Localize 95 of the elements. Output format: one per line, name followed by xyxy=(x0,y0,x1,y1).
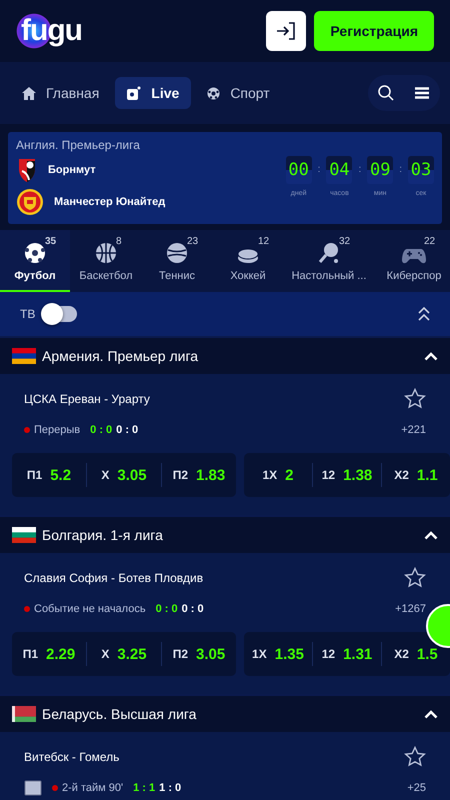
countdown-separator: : xyxy=(318,164,320,175)
event-count: 12 xyxy=(258,236,270,247)
odds-button[interactable]: 12 1.38 xyxy=(312,463,381,487)
sport-label: Баскетбол xyxy=(79,270,133,282)
odds-button[interactable]: П1 5.2 xyxy=(12,463,86,487)
sport-tab[interactable]: 23 Теннис xyxy=(142,230,212,292)
league-name: Армения. Премьер лига xyxy=(42,348,198,364)
sport-tab[interactable]: 8 Баскетбол xyxy=(70,230,142,292)
league-name: Беларусь. Высшая лига xyxy=(42,706,196,722)
event-count: 22 xyxy=(424,236,436,247)
sport-tab[interactable]: 12 Хоккей xyxy=(212,230,284,292)
tv-toggle[interactable] xyxy=(43,306,78,322)
collapse-chevron-icon[interactable] xyxy=(424,530,438,540)
event-count: 35 xyxy=(45,236,56,247)
menu-icon xyxy=(415,87,429,99)
countdown-digits: 00 xyxy=(286,156,312,184)
flag-icon xyxy=(12,706,36,722)
period-score: 0 : 0 xyxy=(116,424,138,436)
favorite-star-icon[interactable] xyxy=(404,388,426,409)
countdown-digits: 04 xyxy=(326,156,352,184)
event-card[interactable]: ЦСКА Ереван - Урарту Перерыв 0 : 0 0 : 0 +221 П1 5.2 X 3.05 П2 1.83 1X 2 12 1.38 X2 1.1 xyxy=(0,374,450,515)
odds-button[interactable]: 1X 2 xyxy=(244,463,312,487)
club-crest-icon xyxy=(16,188,44,216)
sport-label: Киберспор xyxy=(386,270,442,282)
league-name: Болгария. 1-я лига xyxy=(42,527,163,543)
collapse-chevron-icon[interactable] xyxy=(424,352,438,360)
odds-button[interactable]: П2 1.83 xyxy=(161,463,236,487)
event-card[interactable]: Витебск - Гомель 2-й тайм 90' 1 : 1 1 : 0 +25 xyxy=(0,732,450,800)
nav-tab[interactable]: Спорт xyxy=(195,77,282,109)
period-score: 1 : 0 xyxy=(159,782,182,794)
sport-tab[interactable]: 22 Киберспор xyxy=(374,230,450,292)
sport-tab[interactable]: 32 Настольный ... xyxy=(284,230,374,292)
event-title: Витебск - Гомель xyxy=(24,750,120,764)
event-title: ЦСКА Ереван - Урарту xyxy=(24,392,150,406)
odds-button[interactable]: 12 1.31 xyxy=(312,642,381,666)
countdown-separator: : xyxy=(358,164,362,175)
flag-icon xyxy=(12,527,36,543)
register-button[interactable]: Регистрация xyxy=(314,11,434,51)
match-score: 0 : 0 xyxy=(156,603,178,615)
login-icon xyxy=(275,20,298,42)
gamepad-icon xyxy=(402,248,426,264)
sport-label: Теннис xyxy=(158,270,195,282)
login-button[interactable] xyxy=(266,11,306,51)
odds-button[interactable]: X2 1.1 xyxy=(381,463,450,487)
odds-button[interactable]: 1X 1.35 xyxy=(244,642,312,666)
event-count: 8 xyxy=(116,236,122,247)
countdown-digits: 03 xyxy=(408,156,434,184)
home-icon xyxy=(22,86,36,100)
event-title: Славия София - Ботев Пловдив xyxy=(24,570,204,584)
match-score: 0 : 0 xyxy=(90,424,112,436)
status-dot-icon xyxy=(24,427,30,433)
league-name: Англия. Премьер-лига xyxy=(16,138,141,152)
match-status: Перерыв xyxy=(34,424,80,436)
more-markets-count[interactable]: +1267 xyxy=(395,603,426,615)
tennis-ball-icon xyxy=(166,242,188,264)
odds-button[interactable]: П1 2.29 xyxy=(12,642,86,666)
odds-button[interactable]: X 3.05 xyxy=(86,463,161,487)
ball-icon xyxy=(207,86,220,100)
tv-label: ТВ xyxy=(20,307,36,321)
nav-tab[interactable]: Главная xyxy=(10,77,112,109)
event-card[interactable]: Славия София - Ботев Пловдив Событие не началось 0 : 0 0 : 0 +1267 П1 2.29 X 3.25 П2 3.05 1X 1.35 12 1.31 X2 1.5 xyxy=(0,553,450,694)
more-markets-count[interactable]: +221 xyxy=(401,424,426,436)
favorite-star-icon[interactable] xyxy=(404,746,426,767)
team-name: Манчестер Юнайтед xyxy=(54,196,166,208)
flag-icon xyxy=(12,348,36,364)
collapse-chevron-icon[interactable] xyxy=(424,710,438,718)
event-count: 32 xyxy=(339,236,350,247)
match-status: 2-й тайм 90' xyxy=(62,782,124,794)
collapse-all-icon[interactable] xyxy=(418,307,430,321)
period-score: 0 : 0 xyxy=(182,603,204,615)
countdown-separator: : xyxy=(399,164,402,175)
odds-button[interactable]: X 3.25 xyxy=(86,642,161,666)
status-dot-icon xyxy=(24,606,30,612)
sport-label: Хоккей xyxy=(230,270,266,282)
nav-tab[interactable]: Live xyxy=(115,77,192,109)
club-crest-icon xyxy=(16,157,38,183)
sport-label: Настольный ... xyxy=(292,270,366,282)
sport-label: Футбол xyxy=(14,270,56,282)
live-icon xyxy=(127,86,142,100)
video-icon[interactable] xyxy=(24,780,42,796)
match-status: Событие не началось xyxy=(34,603,146,615)
football-icon xyxy=(24,242,46,264)
countdown-digits: 09 xyxy=(367,156,394,184)
more-markets-count[interactable]: +25 xyxy=(407,782,426,794)
match-score: 1 : 1 xyxy=(133,782,156,794)
team-name: Борнмут xyxy=(48,164,96,176)
odds-button[interactable]: П2 3.05 xyxy=(161,642,236,666)
paddle-icon xyxy=(318,242,340,264)
status-dot-icon xyxy=(52,785,58,791)
sport-tab[interactable]: 35 Футбол xyxy=(0,230,70,292)
basketball-icon xyxy=(95,242,117,264)
event-count: 23 xyxy=(187,236,198,247)
favorite-star-icon[interactable] xyxy=(404,567,426,588)
search-icon xyxy=(378,85,394,101)
puck-icon xyxy=(237,248,259,264)
